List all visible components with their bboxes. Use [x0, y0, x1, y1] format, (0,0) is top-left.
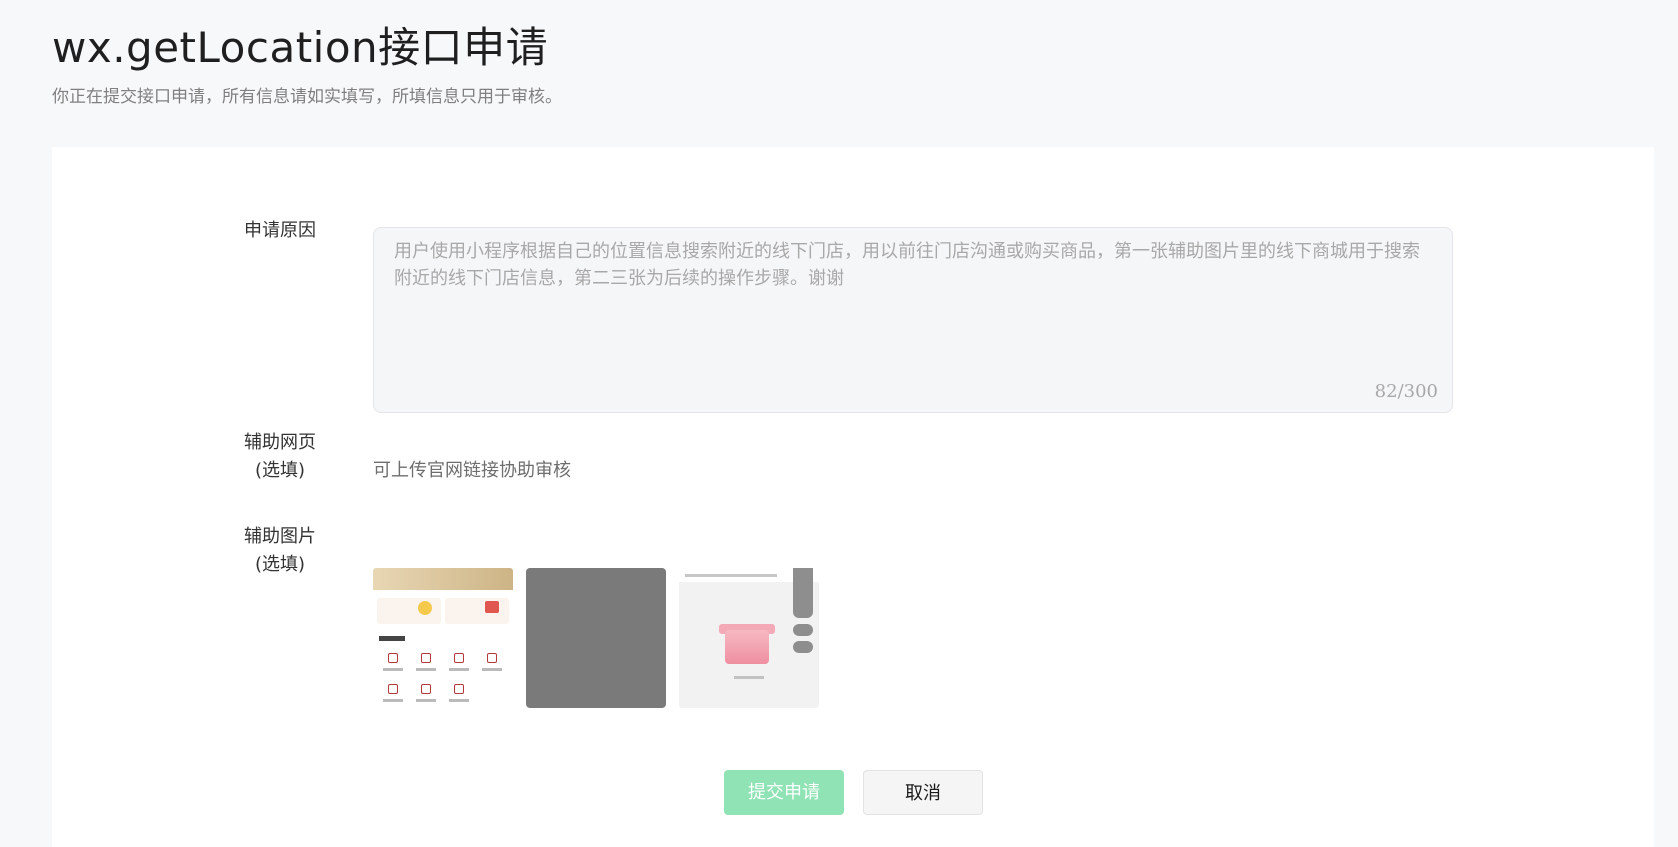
reason-textarea[interactable]: 用户使用小程序根据自己的位置信息搜索附近的线下门店，用以前往门店沟通或购买商品，…: [373, 227, 1453, 413]
thumb-card: [445, 598, 509, 624]
thumb-header-banner: [373, 568, 513, 590]
thumb-caption: [383, 699, 403, 702]
menu-icon: [421, 653, 431, 663]
page-subtitle: 你正在提交接口申请，所有信息请如实填写，所填信息只用于审核。: [52, 87, 562, 107]
thumb-caption: [383, 668, 403, 671]
bell-icon: [793, 624, 813, 636]
helper-image-thumbnail[interactable]: [373, 568, 513, 708]
menu-icon: [388, 653, 398, 663]
page-header: wx.getLocation接口申请 你正在提交接口申请，所有信息请如实填写，所…: [52, 20, 562, 107]
reason-textarea-value: 用户使用小程序根据自己的位置信息搜索附近的线下门店，用以前往门店沟通或购买商品，…: [394, 241, 1420, 289]
thumb-text-line: [685, 574, 777, 577]
menu-icon: [454, 684, 464, 694]
thumb-caption: [482, 668, 502, 671]
menu-icon: [388, 684, 398, 694]
thumb-section-heading: [379, 636, 405, 641]
helper-image-thumbnail[interactable]: [679, 568, 819, 708]
reason-char-counter: 82/300: [1374, 381, 1438, 402]
webpage-upload-hint[interactable]: 可上传官网链接协助审核: [373, 456, 571, 482]
webpage-label: 辅助网页 (选填): [244, 432, 316, 481]
menu-icon: [487, 653, 497, 663]
music-note-icon: [793, 568, 813, 618]
application-form-card: 申请原因 用户使用小程序根据自己的位置信息搜索附近的线下门店，用以前往门店沟通或…: [52, 147, 1654, 847]
thumb-caption: [416, 699, 436, 702]
thumb-caption: [449, 668, 469, 671]
moon-icon: [793, 641, 813, 653]
gift-box-icon: [725, 630, 769, 664]
menu-icon: [454, 653, 464, 663]
thumb-caption: [416, 668, 436, 671]
page-title: wx.getLocation接口申请: [52, 23, 549, 72]
submit-application-button[interactable]: 提交申请: [724, 770, 844, 815]
thumb-caption: [734, 676, 764, 679]
ticket-icon: [485, 601, 499, 613]
helper-image-thumbnail[interactable]: [526, 568, 666, 708]
reason-label: 申请原因: [244, 220, 316, 241]
sun-icon: [418, 601, 432, 615]
thumb-card: [377, 598, 441, 624]
cancel-button[interactable]: 取消: [863, 770, 983, 815]
images-label: 辅助图片 (选填): [244, 526, 316, 575]
thumb-caption: [449, 699, 469, 702]
menu-icon: [421, 684, 431, 694]
